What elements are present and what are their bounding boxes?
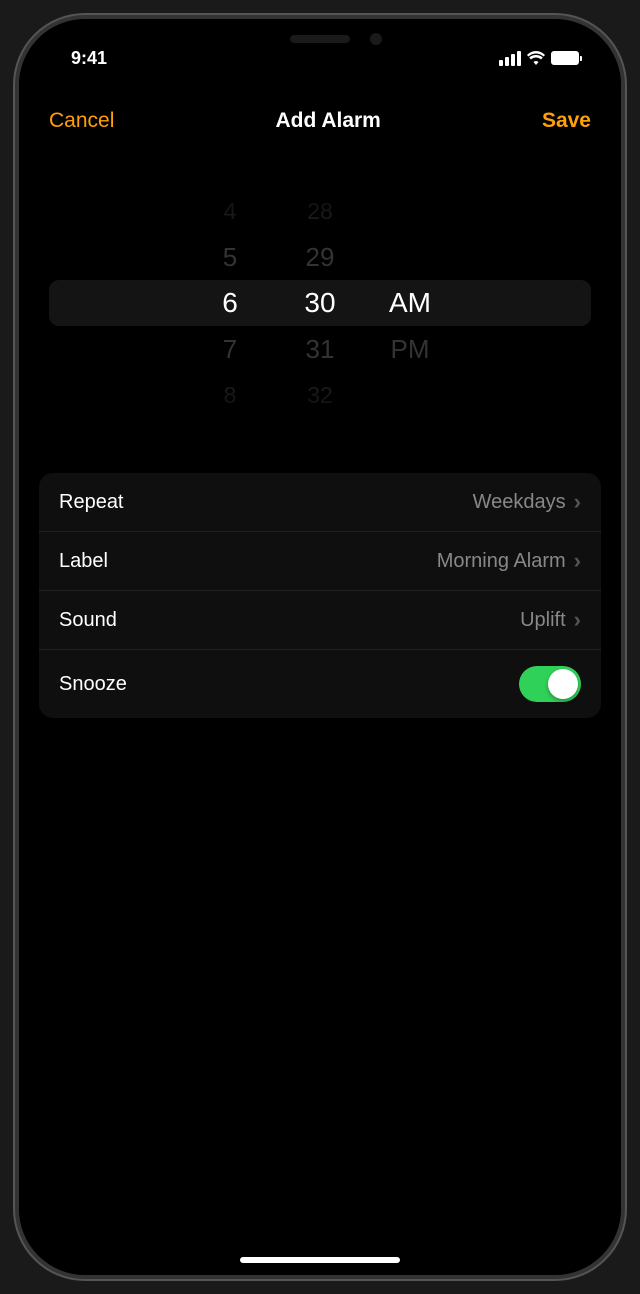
minute-picker[interactable]: 27 28 29 30 31 32 33: [275, 163, 365, 443]
sound-label: Sound: [59, 609, 117, 632]
speaker-grille: [290, 35, 350, 43]
selected-period: AM: [385, 280, 435, 326]
toggle-knob: [548, 669, 578, 699]
save-button[interactable]: Save: [542, 109, 591, 133]
home-indicator[interactable]: [240, 1257, 400, 1263]
sound-row[interactable]: Sound Uplift ›: [39, 591, 601, 650]
snooze-label: Snooze: [59, 673, 127, 696]
notch: [220, 19, 420, 55]
cancel-button[interactable]: Cancel: [49, 109, 114, 133]
phone-frame: 9:41 Cancel Add Alarm Save: [15, 15, 625, 1279]
period-picker[interactable]: - - - AM PM - -: [365, 163, 455, 443]
status-time: 9:41: [51, 48, 107, 69]
chevron-right-icon: ›: [574, 548, 581, 574]
hour-picker[interactable]: 3 4 5 6 7 8 9: [185, 163, 275, 443]
repeat-value: Weekdays: [473, 491, 566, 514]
repeat-row[interactable]: Repeat Weekdays ›: [39, 473, 601, 532]
navigation-bar: Cancel Add Alarm Save: [19, 79, 621, 153]
cellular-signal-icon: [499, 51, 521, 66]
repeat-label: Repeat: [59, 491, 124, 514]
snooze-toggle[interactable]: [519, 666, 581, 702]
chevron-right-icon: ›: [574, 607, 581, 633]
time-picker[interactable]: 3 4 5 6 7 8 9 27 28 29 30 31 32 33: [49, 163, 591, 443]
chevron-right-icon: ›: [574, 489, 581, 515]
status-indicators: [499, 51, 589, 66]
wifi-icon: [527, 51, 545, 65]
screen: 9:41 Cancel Add Alarm Save: [19, 19, 621, 1275]
snooze-row: Snooze: [39, 650, 601, 718]
sound-value: Uplift: [520, 609, 566, 632]
battery-icon: [551, 51, 579, 65]
label-label: Label: [59, 550, 108, 573]
label-row[interactable]: Label Morning Alarm ›: [39, 532, 601, 591]
label-value: Morning Alarm: [437, 550, 566, 573]
selected-minute: 30: [295, 280, 345, 326]
selected-hour: 6: [205, 280, 255, 326]
front-camera: [370, 33, 382, 45]
page-title: Add Alarm: [275, 109, 380, 133]
alarm-settings-list: Repeat Weekdays › Label Morning Alarm › …: [39, 473, 601, 718]
